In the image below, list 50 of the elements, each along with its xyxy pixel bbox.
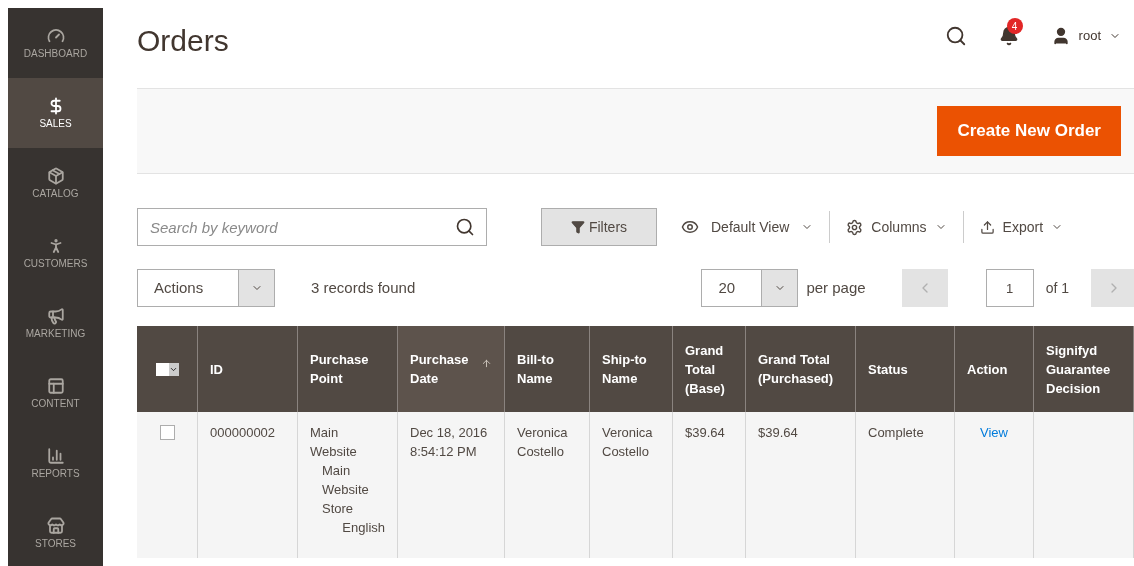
filters-button[interactable]: Filters (541, 208, 657, 246)
search-icon[interactable] (944, 25, 967, 47)
bar-chart-icon (46, 447, 65, 465)
table-cell-text: English (341, 519, 385, 537)
page-size-dropdown[interactable]: 20 (701, 269, 799, 307)
table-cell: 000000002 (210, 425, 276, 440)
search-field[interactable]: Search by keyword (137, 208, 487, 246)
page-number-field[interactable]: 1 (985, 269, 1034, 307)
notification-count: 4 (1006, 18, 1023, 34)
megaphone-icon (46, 307, 65, 325)
row-checkbox[interactable] (159, 425, 175, 440)
funnel-icon (570, 220, 585, 234)
box-icon (46, 167, 65, 185)
table-cell: Veronica Costello (602, 425, 653, 459)
table-cell: $39.64 (685, 425, 725, 440)
upload-icon (979, 219, 995, 235)
view-dropdown[interactable]: Default View (681, 216, 814, 238)
sidebar-item[interactable]: STORES (8, 498, 103, 566)
view-link[interactable]: View (967, 423, 1021, 442)
table-cell: Complete (868, 425, 924, 440)
table-cell: Dec 18, 2016 8:54:12 PM (410, 425, 488, 459)
sidebar-item[interactable]: CONTENT (8, 358, 103, 428)
page-title: Orders (137, 22, 229, 59)
sort-arrow-icon (481, 357, 492, 369)
column-header[interactable]: Purchase Date (398, 326, 505, 412)
gauge-icon (46, 27, 65, 45)
search-icon[interactable] (455, 217, 475, 237)
sidebar-item[interactable]: DASHBOARD (8, 8, 103, 78)
table-cell: $39.64 (758, 425, 798, 440)
create-new-order-button[interactable]: Create New Order (937, 106, 1121, 156)
store-icon (46, 517, 65, 535)
sidebar-item[interactable]: REPORTS (8, 428, 103, 498)
records-found: 3 records found (311, 277, 416, 298)
per-page-label: per page (806, 277, 866, 298)
table-cell-text: Main Website Store (321, 462, 370, 518)
select-all-checkbox[interactable] (155, 362, 179, 376)
layout-icon (46, 377, 65, 395)
table-cell: Veronica Costello (517, 425, 568, 459)
page-count: of 1 (1045, 278, 1069, 298)
sidebar-item[interactable]: CUSTOMERS (8, 218, 103, 288)
sidebar-item[interactable]: MARKETING (8, 288, 103, 358)
eye-icon (681, 218, 699, 236)
table-cell-text: Main Website (310, 424, 358, 461)
sidebar-item[interactable]: SALES (8, 78, 103, 148)
sidebar-item[interactable]: CATALOG (8, 148, 103, 218)
actions-dropdown[interactable]: Actions (137, 269, 275, 307)
gear-icon (846, 218, 864, 236)
export-dropdown[interactable]: Export (979, 216, 1064, 238)
user-name[interactable]: root (1078, 26, 1101, 46)
columns-dropdown[interactable]: Columns (846, 216, 947, 238)
